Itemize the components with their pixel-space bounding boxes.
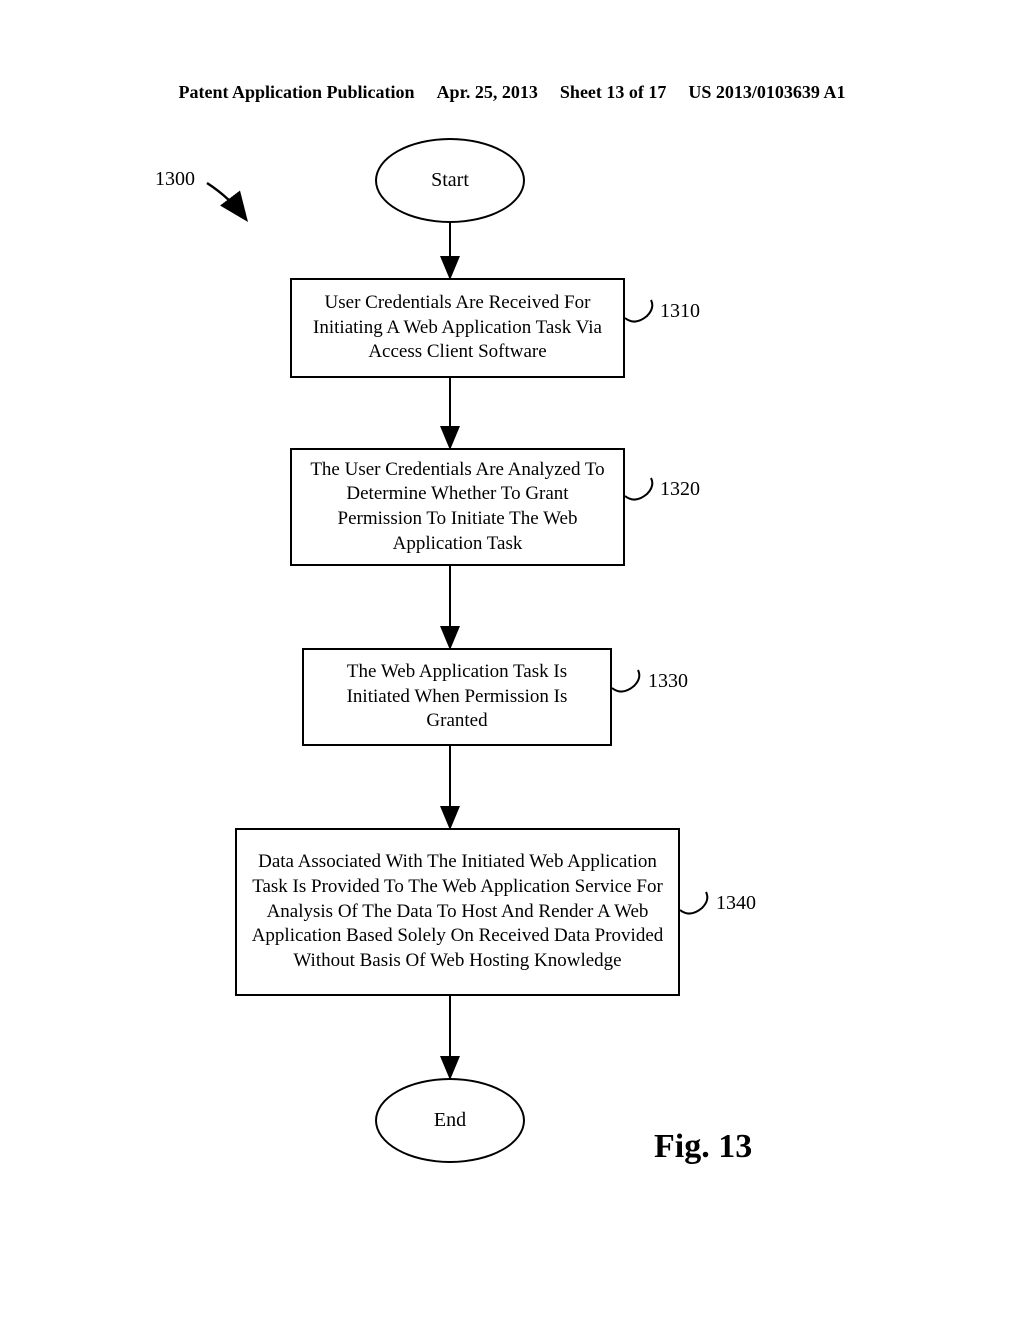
step-1320-text: The User Credentials Are Analyzed To Det… <box>306 458 609 557</box>
start-terminal: Start <box>375 138 525 223</box>
step-1340-box: Data Associated With The Initiated Web A… <box>235 828 680 996</box>
ref-1310: 1310 <box>660 300 700 323</box>
start-label: Start <box>431 169 469 192</box>
ref-1330: 1330 <box>648 670 688 693</box>
step-1330-text: The Web Application Task Is Initiated Wh… <box>318 660 596 734</box>
flowchart-diagram: 1300 Start User Credentials Are Received… <box>0 128 1024 1228</box>
step-1330-box: The Web Application Task Is Initiated Wh… <box>302 648 612 746</box>
end-terminal: End <box>375 1078 525 1163</box>
figure-label: Fig. 13 <box>654 1128 752 1166</box>
header-docnum: US 2013/0103639 A1 <box>688 82 845 103</box>
step-1310-text: User Credentials Are Received For Initia… <box>306 291 609 365</box>
step-1320-box: The User Credentials Are Analyzed To Det… <box>290 448 625 566</box>
page-header: Patent Application Publication Apr. 25, … <box>0 82 1024 103</box>
header-sheet: Sheet 13 of 17 <box>560 82 667 103</box>
header-date: Apr. 25, 2013 <box>437 82 538 103</box>
ref-1320: 1320 <box>660 478 700 501</box>
step-1340-text: Data Associated With The Initiated Web A… <box>251 850 664 973</box>
header-publication: Patent Application Publication <box>179 82 415 103</box>
end-label: End <box>434 1109 466 1132</box>
step-1310-box: User Credentials Are Received For Initia… <box>290 278 625 378</box>
ref-main-label: 1300 <box>155 168 195 191</box>
ref-1340: 1340 <box>716 892 756 915</box>
